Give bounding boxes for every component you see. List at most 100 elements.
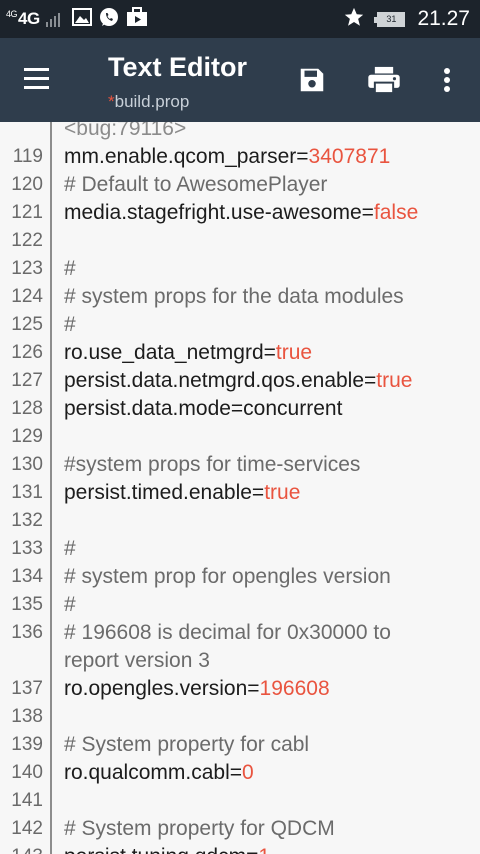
briefcase-icon — [126, 6, 148, 32]
editor-line[interactable]: 141 — [0, 787, 480, 815]
editor-line[interactable]: 124 # system props for the data modules — [0, 283, 480, 311]
editor-line[interactable]: 121 media.stagefright.use-awesome=false — [0, 199, 480, 227]
line-text: # System property for QDCM — [64, 817, 335, 840]
hamburger-menu-icon[interactable] — [20, 66, 52, 92]
line-text: # system props for the data modules — [64, 285, 404, 308]
battery-icon: 31 — [374, 11, 406, 27]
line-number: 142 — [11, 818, 43, 839]
editor-line[interactable]: 128 persist.data.mode=concurrent — [0, 395, 480, 423]
editor-line[interactable]: 142 # System property for QDCM — [0, 815, 480, 843]
line-number: 129 — [11, 426, 43, 447]
save-icon — [300, 68, 324, 92]
line-number: 135 — [11, 594, 43, 615]
app-title: Text Editor — [108, 52, 248, 82]
line-number: 127 — [11, 370, 43, 391]
line-number: 132 — [11, 510, 43, 531]
file-name: *build.prop — [108, 92, 189, 112]
more-vert-icon — [444, 68, 450, 92]
editor-line[interactable]: 126 ro.use_data_netmgrd=true — [0, 339, 480, 367]
editor-line[interactable]: 125 # — [0, 311, 480, 339]
property-key: persist.data.netmgrd.qos.enable= — [64, 369, 377, 392]
editor-line[interactable]: 119 mm.enable.qcom_parser=3407871 — [0, 143, 480, 171]
property-key: persist.tuning.qdcm= — [64, 845, 258, 854]
line-text: media.stagefright.use-awesome=false — [64, 199, 474, 227]
editor-line[interactable]: 134 # system prop for opengles version — [0, 563, 480, 591]
property-key: ro.opengles.version= — [64, 677, 260, 700]
property-value: true — [275, 341, 313, 364]
print-button[interactable] — [364, 60, 404, 100]
line-number: 139 — [11, 734, 43, 755]
editor-line[interactable]: 136 # 196608 is decimal for 0x30000 to re… — [0, 619, 480, 672]
property-key: mm.enable.qcom_parser= — [64, 145, 309, 168]
line-text: ro.opengles.version=196608 — [64, 675, 474, 703]
property-key: media.stagefright.use-awesome= — [64, 201, 374, 224]
status-bar: 4G4G 31 21.27 — [0, 0, 480, 38]
editor-line[interactable]: 133 # — [0, 535, 480, 563]
editor-line[interactable]: 131 persist.timed.enable=true — [0, 479, 480, 507]
line-text: persist.data.netmgrd.qos.enable=true — [64, 367, 474, 395]
line-text: # system prop for opengles version — [64, 565, 391, 588]
line-text: # System property for cabl — [64, 733, 310, 756]
line-number: 141 — [11, 790, 43, 811]
editor-line[interactable]: 138 — [0, 703, 480, 731]
whatsapp-icon — [98, 6, 120, 33]
line-number: 137 — [11, 678, 43, 699]
editor-line[interactable]: 139 # System property for cabl — [0, 731, 480, 759]
editor-line[interactable]: 135 # — [0, 591, 480, 619]
line-number: 121 — [11, 202, 43, 223]
modified-marker: * — [108, 92, 115, 111]
line-number: 131 — [11, 482, 43, 503]
line-number: 136 — [11, 622, 43, 643]
property-value: true — [376, 369, 413, 392]
line-number: 120 — [11, 174, 43, 195]
line-text: persist.timed.enable=true — [64, 479, 474, 507]
line-number: 130 — [11, 454, 43, 475]
clock: 21.27 — [417, 7, 470, 30]
line-number: 119 — [12, 146, 43, 167]
property-value: true — [264, 481, 301, 504]
property-key: ro.qualcomm.cabl= — [64, 761, 242, 784]
line-text: # — [64, 593, 76, 616]
editor-line[interactable]: 129 — [0, 423, 480, 451]
network-indicator: 4G4G — [6, 9, 40, 28]
line-number: 138 — [11, 706, 43, 727]
line-text: ro.use_data_netmgrd=true — [64, 339, 474, 367]
line-number: 126 — [11, 342, 43, 363]
editor-line[interactable]: 122 — [0, 227, 480, 255]
editor-line[interactable]: 143 persist.tuning.qdcm=1 — [0, 843, 480, 854]
line-number: 123 — [11, 258, 43, 279]
line-text: #system props for time-services — [64, 453, 361, 476]
text-editor[interactable]: <bug:79116> 119 mm.enable.qcom_parser=340… — [0, 122, 480, 854]
property-value: 0 — [242, 761, 254, 784]
save-button[interactable] — [292, 60, 332, 100]
editor-line[interactable]: 130 #system props for time-services — [0, 451, 480, 479]
star-icon — [343, 6, 365, 33]
property-value: 3407871 — [308, 145, 391, 168]
line-text: # — [64, 257, 76, 280]
line-number: 124 — [11, 286, 43, 307]
editor-line[interactable]: 140 ro.qualcomm.cabl=0 — [0, 759, 480, 787]
line-number: 134 — [11, 566, 43, 587]
line-text: # 196608 is decimal for 0x30000 to repor… — [64, 621, 391, 672]
editor-line[interactable]: 132 — [0, 507, 480, 535]
line-text: <bug:79116> — [64, 122, 187, 140]
editor-line[interactable]: 127 persist.data.netmgrd.qos.enable=true — [0, 367, 480, 395]
property-key: persist.data.mode=concurrent — [64, 397, 343, 420]
editor-line[interactable]: 123 # — [0, 255, 480, 283]
line-text: mm.enable.qcom_parser=3407871 — [64, 143, 474, 171]
more-options-button[interactable] — [427, 60, 467, 100]
property-key: ro.use_data_netmgrd= — [64, 341, 276, 364]
property-value: false — [373, 201, 419, 224]
image-icon — [71, 7, 92, 31]
line-number: 125 — [11, 314, 43, 335]
property-value: 196608 — [259, 677, 330, 700]
file-name-label: build.prop — [114, 92, 190, 111]
line-number: 122 — [11, 230, 43, 251]
line-number: 133 — [11, 538, 43, 559]
app-bar: Text Editor *build.prop — [0, 38, 480, 122]
editor-line[interactable]: 120 # Default to AwesomePlayer — [0, 171, 480, 199]
line-text: # — [64, 313, 76, 336]
editor-line[interactable]: 137 ro.opengles.version=196608 — [0, 675, 480, 703]
signal-icon — [45, 11, 60, 27]
line-text: persist.tuning.qdcm=1 — [64, 843, 474, 854]
